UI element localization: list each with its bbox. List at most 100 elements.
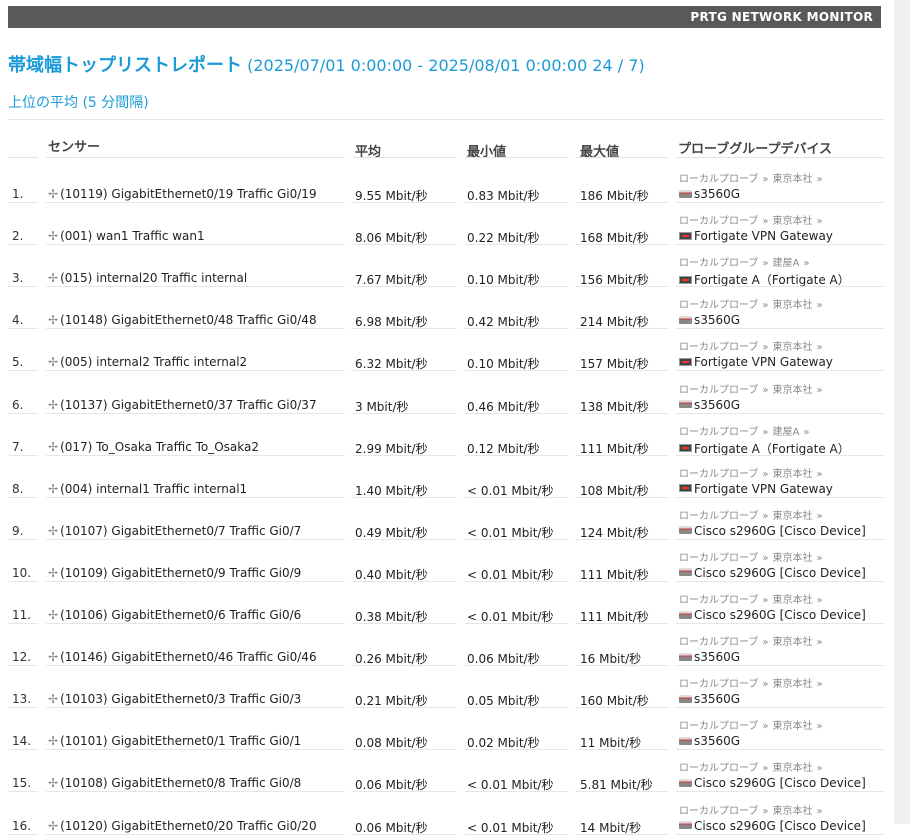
switch-icon	[679, 526, 692, 535]
column-header-sensor: センサー	[48, 140, 101, 155]
path-separator: »	[816, 679, 823, 691]
switch-icon	[679, 189, 692, 198]
path-separator: »	[762, 468, 769, 480]
device-link[interactable]: Fortigate VPN Gateway	[679, 229, 833, 243]
sensor-link[interactable]: ✢ (004) internal1 Traffic internal1	[48, 482, 247, 496]
switch-icon	[679, 400, 692, 408]
sensor-link[interactable]: ✢ (017) To_Osaka Traffic To_Osaka2	[48, 440, 259, 454]
device-name: s3560G	[694, 650, 741, 665]
device-name: Fortigate VPN Gateway	[694, 355, 833, 370]
sensor-link[interactable]: ✢ (10119) GigabitEthernet0/19 Traffic Gi0…	[48, 187, 317, 201]
device-path: ローカルプローブ» 東京本社»	[679, 633, 827, 648]
group-link[interactable]: 東京本社	[773, 174, 813, 185]
group-link[interactable]: 建屋A	[773, 427, 800, 438]
group-link[interactable]: 東京本社	[773, 216, 813, 227]
group-link[interactable]: 東京本社	[773, 553, 813, 564]
group-link[interactable]: 東京本社	[773, 595, 813, 606]
group-link[interactable]: 東京本社	[773, 679, 813, 690]
row-underline	[8, 833, 38, 835]
probe-link[interactable]: ローカルプローブ	[679, 342, 758, 353]
probe-link[interactable]: ローカルプローブ	[679, 679, 758, 690]
group-link[interactable]: 東京本社	[773, 511, 813, 522]
device-path: ローカルプローブ» 東京本社»	[679, 507, 827, 522]
path-separator: »	[762, 174, 769, 185]
group-link[interactable]: 東京本社	[773, 763, 813, 774]
probe-link[interactable]: ローカルプローブ	[679, 806, 758, 817]
probe-link[interactable]: ローカルプローブ	[679, 511, 758, 522]
brand-header-bar: PRTG NETWORK MONITOR	[8, 6, 881, 28]
sensor-name: (10103) GigabitEthernet0/3 Traffic Gi0/3	[60, 692, 302, 707]
sensor-link[interactable]: ✢ (001) wan1 Traffic wan1	[48, 229, 205, 243]
device-link[interactable]: s3560G	[679, 313, 740, 327]
group-link[interactable]: 東京本社	[773, 721, 813, 732]
switch-icon	[679, 778, 692, 787]
device-path: ローカルプローブ» 東京本社»	[679, 465, 827, 480]
device-link[interactable]: s3560G	[679, 734, 740, 748]
device-name: Cisco s2960G [Cisco Device]	[694, 608, 866, 622]
probe-link[interactable]: ローカルプローブ	[679, 300, 758, 311]
header-underline	[576, 157, 668, 158]
group-link[interactable]: 東京本社	[773, 806, 813, 817]
sensor-link[interactable]: ✢ (10109) GigabitEthernet0/9 Traffic Gi0/…	[48, 566, 301, 580]
sensor-link[interactable]: ✢ (10148) GigabitEthernet0/48 Traffic Gi0…	[48, 313, 317, 327]
table-row: 11. ✢ (10106) GigabitEthernet0/6 Traffic …	[0, 581, 894, 624]
sensor-link[interactable]: ✢ (005) internal2 Traffic internal2	[48, 355, 247, 369]
path-separator: »	[762, 426, 769, 438]
device-link[interactable]: s3560G	[679, 187, 740, 201]
switch-icon	[679, 315, 692, 324]
table-row: 14. ✢ (10101) GigabitEthernet0/1 Traffic …	[0, 707, 894, 751]
sensor-link[interactable]: ✢ (10120) GigabitEthernet0/20 Traffic Gi0…	[48, 819, 317, 833]
device-link[interactable]: Cisco s2960G [Cisco Device]	[679, 819, 866, 833]
probe-link[interactable]: ローカルプローブ	[679, 553, 758, 564]
device-path: ローカルプローブ» 東京本社»	[679, 212, 827, 227]
row-rank: 2.	[12, 229, 24, 244]
device-name: s3560G	[694, 692, 741, 707]
sensor-link[interactable]: ✢ (10137) GigabitEthernet0/37 Traffic Gi0…	[48, 398, 317, 412]
probe-link[interactable]: ローカルプローブ	[679, 216, 758, 227]
sensor-link[interactable]: ✢ (10107) GigabitEthernet0/7 Traffic Gi0/…	[48, 524, 301, 538]
group-link[interactable]: 建屋A	[773, 258, 800, 269]
device-link[interactable]: s3560G	[679, 692, 740, 706]
probe-link[interactable]: ローカルプローブ	[679, 595, 758, 606]
probe-link[interactable]: ローカルプローブ	[679, 763, 758, 774]
path-separator: »	[762, 552, 769, 564]
sensor-link[interactable]: ✢ (10103) GigabitEthernet0/3 Traffic Gi0/…	[48, 692, 301, 706]
probe-link[interactable]: ローカルプローブ	[679, 174, 758, 185]
group-link[interactable]: 東京本社	[773, 469, 813, 480]
device-link[interactable]: Fortigate VPN Gateway	[679, 355, 833, 369]
row-rank: 12.	[12, 650, 32, 665]
device-name: Fortigate VPN Gateway	[694, 229, 833, 244]
probe-link[interactable]: ローカルプローブ	[679, 637, 758, 648]
probe-link[interactable]: ローカルプローブ	[679, 427, 758, 438]
device-link[interactable]: s3560G	[679, 398, 740, 412]
group-link[interactable]: 東京本社	[773, 385, 813, 396]
group-link[interactable]: 東京本社	[773, 342, 813, 353]
table-row: 4. ✢ (10148) GigabitEthernet0/48 Traffic …	[0, 286, 894, 330]
row-underline	[353, 833, 457, 835]
sensor-link[interactable]: ✢ (10106) GigabitEthernet0/6 Traffic Gi0/…	[48, 608, 301, 622]
sensor-name: (10108) GigabitEthernet0/8 Traffic Gi0/8	[60, 776, 302, 791]
device-link[interactable]: Fortigate VPN Gateway	[679, 482, 833, 496]
device-link[interactable]: Cisco s2960G [Cisco Device]	[679, 608, 866, 622]
row-underline	[46, 833, 345, 835]
sensor-link[interactable]: ✢ (10146) GigabitEthernet0/46 Traffic Gi0…	[48, 650, 317, 664]
probe-link[interactable]: ローカルプローブ	[679, 721, 758, 732]
group-link[interactable]: 東京本社	[773, 300, 813, 311]
probe-link[interactable]: ローカルプローブ	[679, 385, 758, 396]
table-row: 10. ✢ (10109) GigabitEthernet0/9 Traffic …	[0, 539, 894, 582]
sensor-link[interactable]: ✢ (10101) GigabitEthernet0/1 Traffic Gi0/…	[48, 734, 301, 748]
sensor-link[interactable]: ✢ (10108) GigabitEthernet0/8 Traffic Gi0/…	[48, 776, 301, 790]
device-link[interactable]: Cisco s2960G [Cisco Device]	[679, 776, 866, 790]
group-link[interactable]: 東京本社	[773, 637, 813, 648]
row-rank: 8.	[12, 481, 24, 496]
probe-link[interactable]: ローカルプローブ	[679, 258, 758, 269]
device-name: Cisco s2960G [Cisco Device]	[694, 776, 866, 791]
sensor-link[interactable]: ✢ (015) internal20 Traffic internal	[48, 271, 247, 285]
device-link[interactable]: Cisco s2960G [Cisco Device]	[679, 524, 866, 538]
traffic-sensor-icon: ✢	[48, 650, 59, 665]
page-scroll-gutter	[894, 0, 910, 824]
probe-link[interactable]: ローカルプローブ	[679, 469, 758, 480]
traffic-sensor-icon: ✢	[48, 523, 59, 538]
device-link[interactable]: Cisco s2960G [Cisco Device]	[679, 566, 866, 580]
device-link[interactable]: s3560G	[679, 650, 740, 664]
